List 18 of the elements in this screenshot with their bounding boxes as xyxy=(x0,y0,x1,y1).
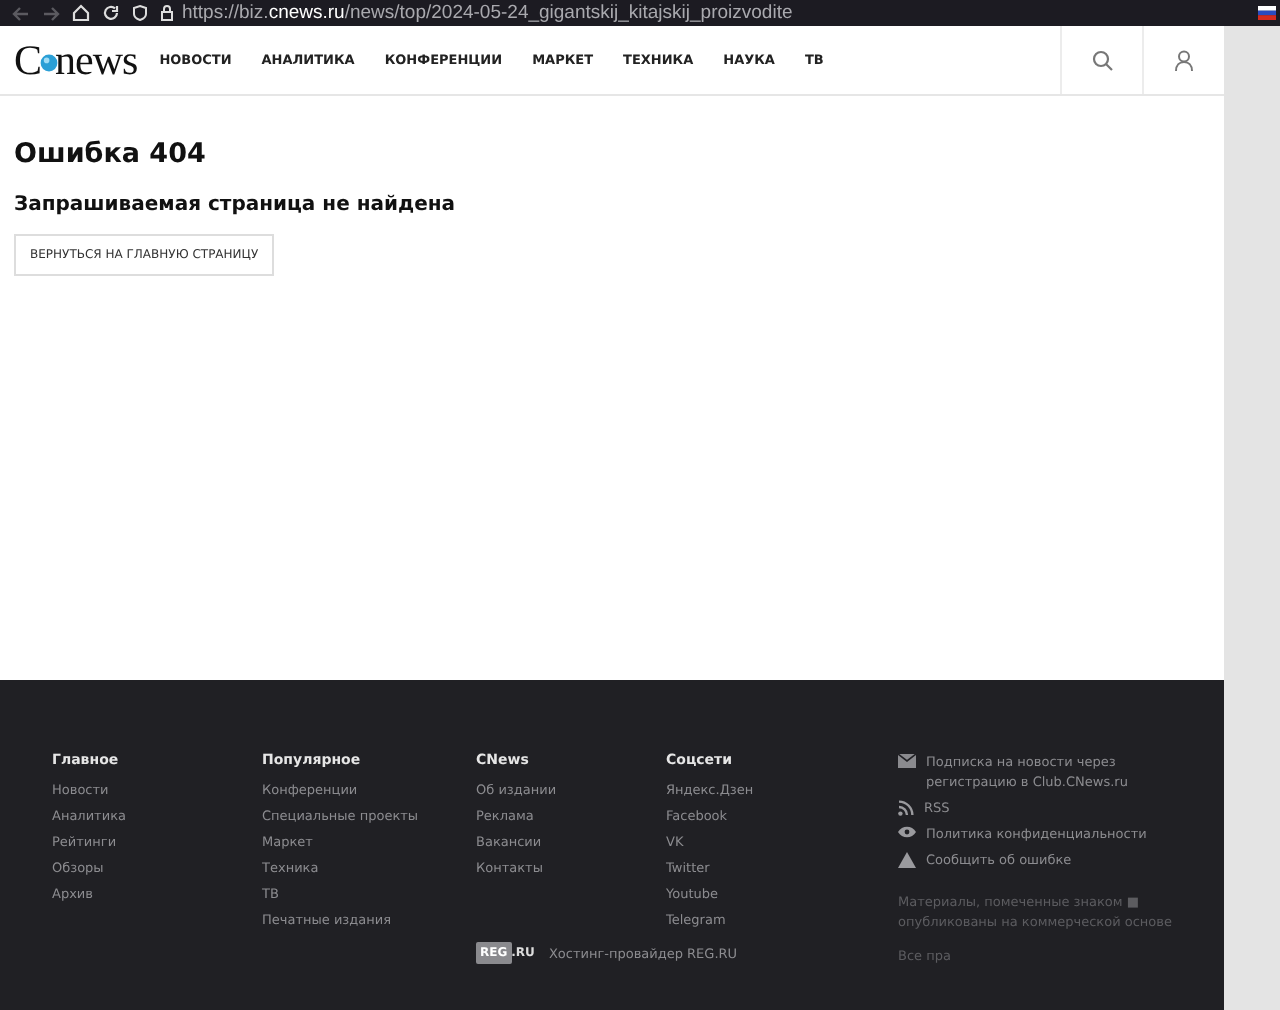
user-icon xyxy=(1174,49,1194,71)
envelope-icon xyxy=(898,754,916,768)
warning-icon xyxy=(898,852,916,868)
flag-icon xyxy=(1258,6,1276,20)
forward-arrow-icon[interactable] xyxy=(42,5,60,21)
shield-icon[interactable] xyxy=(132,4,148,22)
search-icon xyxy=(1091,49,1113,71)
error-message: Запрашиваемая страница не найдена xyxy=(14,194,458,216)
eye-icon xyxy=(898,826,916,838)
globe-icon xyxy=(39,53,58,71)
error-title: Ошибка 404 xyxy=(14,138,208,170)
back-arrow-icon[interactable] xyxy=(12,5,30,21)
site-logo[interactable]: C news xyxy=(14,39,138,81)
lock-icon xyxy=(160,4,174,22)
home-icon[interactable] xyxy=(72,4,90,22)
reload-icon[interactable] xyxy=(102,4,120,22)
rss-icon xyxy=(898,800,914,816)
address-bar[interactable]: https://biz.cnews.ru/news/top/2024-05-24_gigantskij_kitajskij_proizvodite xyxy=(182,2,793,24)
